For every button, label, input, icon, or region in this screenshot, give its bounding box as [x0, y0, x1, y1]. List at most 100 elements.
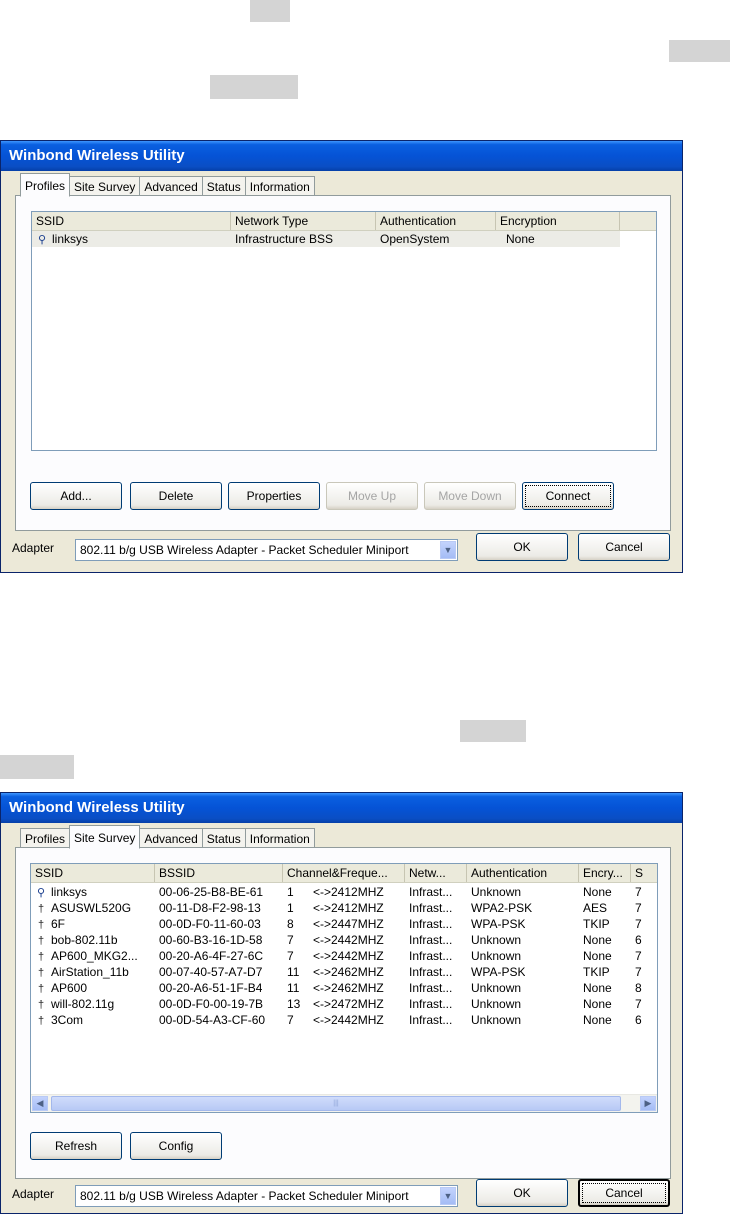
list-item[interactable]: † AP600_MKG2... 00-20-A6-4F-27-6C 7 <->2442M…	[31, 948, 657, 964]
column-header[interactable]: Authentication	[376, 212, 496, 230]
authentication: Unknown	[471, 981, 522, 995]
encryption: None	[583, 885, 612, 899]
adapter-value: 802.11 b/g USB Wireless Adapter - Packet…	[80, 543, 409, 557]
list-header: SSID BSSID Channel&Freque... Netw... Aut…	[31, 864, 657, 883]
network-type: Infrast...	[409, 997, 453, 1011]
column-header[interactable]: Encryption	[496, 212, 620, 230]
column-header[interactable]: Encry...	[579, 864, 631, 882]
frequency: <->2447MHZ	[313, 917, 384, 931]
ssid: AP600_MKG2...	[51, 949, 138, 963]
bssid: 00-07-40-57-A7-D7	[159, 965, 263, 979]
list-item[interactable]: † bob-802.11b 00-60-B3-16-1D-58 7 <->2442MHZ…	[31, 932, 657, 948]
tab-information[interactable]: Information	[244, 176, 315, 196]
frequency: <->2442MHZ	[313, 949, 384, 963]
connect-button[interactable]: Connect	[522, 482, 614, 510]
refresh-button[interactable]: Refresh	[30, 1132, 122, 1160]
bssid: 00-20-A6-51-1F-B4	[159, 981, 263, 995]
cancel-button[interactable]: Cancel	[578, 1179, 670, 1207]
column-header[interactable]: Netw...	[405, 864, 467, 882]
chevron-left-icon[interactable]: ◀	[32, 1096, 48, 1111]
authentication: Unknown	[471, 949, 522, 963]
window-title: Winbond Wireless Utility	[1, 141, 682, 171]
chevron-down-icon[interactable]: ▼	[440, 541, 456, 559]
adapter-label: Adapter	[12, 1187, 55, 1201]
site-survey-list[interactable]: SSID BSSID Channel&Freque... Netw... Aut…	[30, 863, 658, 1113]
list-item[interactable]: † ASUSWL520G 00-11-D8-F2-98-13 1 <->2412MHZ I…	[31, 900, 657, 916]
ssid: ASUSWL520G	[51, 901, 132, 915]
list-item[interactable]: † will-802.11g 00-0D-F0-00-19-7B 13 <->2472M…	[31, 996, 657, 1012]
delete-button[interactable]: Delete	[130, 482, 222, 510]
adapter-select[interactable]: 802.11 b/g USB Wireless Adapter - Packet…	[75, 1185, 458, 1207]
text-highlight-2	[669, 40, 730, 62]
tab-status[interactable]: Status	[201, 176, 246, 196]
encryption: None	[583, 997, 612, 1011]
tab-advanced[interactable]: Advanced	[139, 176, 203, 196]
access-point-icon: †	[37, 951, 45, 963]
list-item[interactable]: ⚲ linksys Infrastructure BSS OpenSystem N…	[32, 231, 620, 247]
access-point-icon: †	[37, 983, 45, 995]
column-header[interactable]: SSID	[31, 864, 155, 882]
authentication: WPA2-PSK	[471, 901, 533, 915]
profiles-list[interactable]: SSID Network Type Authentication Encrypt…	[31, 211, 657, 451]
channel: 13	[287, 997, 301, 1011]
ok-button[interactable]: OK	[476, 1179, 568, 1207]
network-type: Infrast...	[409, 981, 453, 995]
tab-status[interactable]: Status	[201, 828, 246, 848]
channel: 7	[287, 1013, 294, 1027]
tab-site-survey[interactable]: Site Survey	[69, 176, 141, 196]
move-down-button[interactable]: Move Down	[424, 482, 516, 510]
encryption: None	[583, 949, 612, 963]
tab-advanced[interactable]: Advanced	[139, 828, 203, 848]
ssid: 6F	[51, 917, 66, 931]
chevron-right-icon[interactable]: ▶	[640, 1096, 656, 1111]
connected-ap-icon: ⚲	[36, 887, 46, 899]
adapter-select[interactable]: 802.11 b/g USB Wireless Adapter - Packet…	[75, 539, 458, 561]
list-item[interactable]: ⚲ linksys 00-06-25-B8-BE-61 1 <->2412MHZ Infr…	[31, 884, 657, 900]
properties-button[interactable]: Properties	[228, 482, 320, 510]
horizontal-scrollbar[interactable]: ◀ ||| ▶	[31, 1094, 657, 1112]
column-header[interactable]: Network Type	[231, 212, 376, 230]
bssid: 00-60-B3-16-1D-58	[159, 933, 263, 947]
list-item[interactable]: † 6F 00-0D-F0-11-60-03 8 <->2447MHZ Infrast..…	[31, 916, 657, 932]
text-highlight-5	[0, 755, 74, 779]
text-highlight-3	[210, 75, 298, 99]
column-header[interactable]: SSID	[32, 212, 231, 230]
move-up-button[interactable]: Move Up	[326, 482, 418, 510]
bssid: 00-0D-F0-00-19-7B	[159, 997, 264, 1011]
add-button[interactable]: Add...	[30, 482, 122, 510]
cancel-button[interactable]: Cancel	[578, 533, 670, 561]
signal: 7	[635, 965, 642, 979]
list-item[interactable]: † 3Com 00-0D-54-A3-CF-60 7 <->2442MHZ Infrast…	[31, 1012, 657, 1028]
authentication: Unknown	[471, 1013, 522, 1027]
column-header[interactable]: Authentication	[467, 864, 579, 882]
adapter-value: 802.11 b/g USB Wireless Adapter - Packet…	[80, 1189, 409, 1203]
list-item[interactable]: † AirStation_11b 00-07-40-57-A7-D7 11 <->246…	[31, 964, 657, 980]
scroll-thumb[interactable]: |||	[51, 1096, 621, 1111]
column-header[interactable]: Channel&Freque...	[283, 864, 405, 882]
tab-site-survey[interactable]: Site Survey	[69, 825, 141, 849]
frequency: <->2472MHZ	[313, 997, 384, 1011]
list-item[interactable]: † AP600 00-20-A6-51-1F-B4 11 <->2462MHZ Infra…	[31, 980, 657, 996]
column-header[interactable]: S	[631, 864, 657, 882]
channel: 7	[287, 949, 294, 963]
ssid: 3Com	[51, 1013, 84, 1027]
tab-information[interactable]: Information	[244, 828, 315, 848]
bssid: 00-20-A6-4F-27-6C	[159, 949, 264, 963]
frequency: <->2462MHZ	[313, 981, 384, 995]
tab-profiles[interactable]: Profiles	[20, 173, 71, 197]
bssid: 00-06-25-B8-BE-61	[159, 885, 264, 899]
tab-strip: Profiles Site Survey Advanced Status Inf…	[20, 170, 315, 197]
chevron-down-icon[interactable]: ▼	[440, 1187, 456, 1205]
network-type: Infrast...	[409, 885, 453, 899]
signal: 7	[635, 997, 642, 1011]
column-header-empty	[620, 212, 656, 230]
frequency: <->2442MHZ	[313, 1013, 384, 1027]
adapter-label: Adapter	[12, 541, 55, 555]
config-button[interactable]: Config	[130, 1132, 222, 1160]
channel: 7	[287, 933, 294, 947]
column-header[interactable]: BSSID	[155, 864, 283, 882]
access-point-icon: †	[37, 967, 45, 979]
tab-profiles[interactable]: Profiles	[20, 828, 71, 848]
signal: 6	[635, 1013, 642, 1027]
ok-button[interactable]: OK	[476, 533, 568, 561]
